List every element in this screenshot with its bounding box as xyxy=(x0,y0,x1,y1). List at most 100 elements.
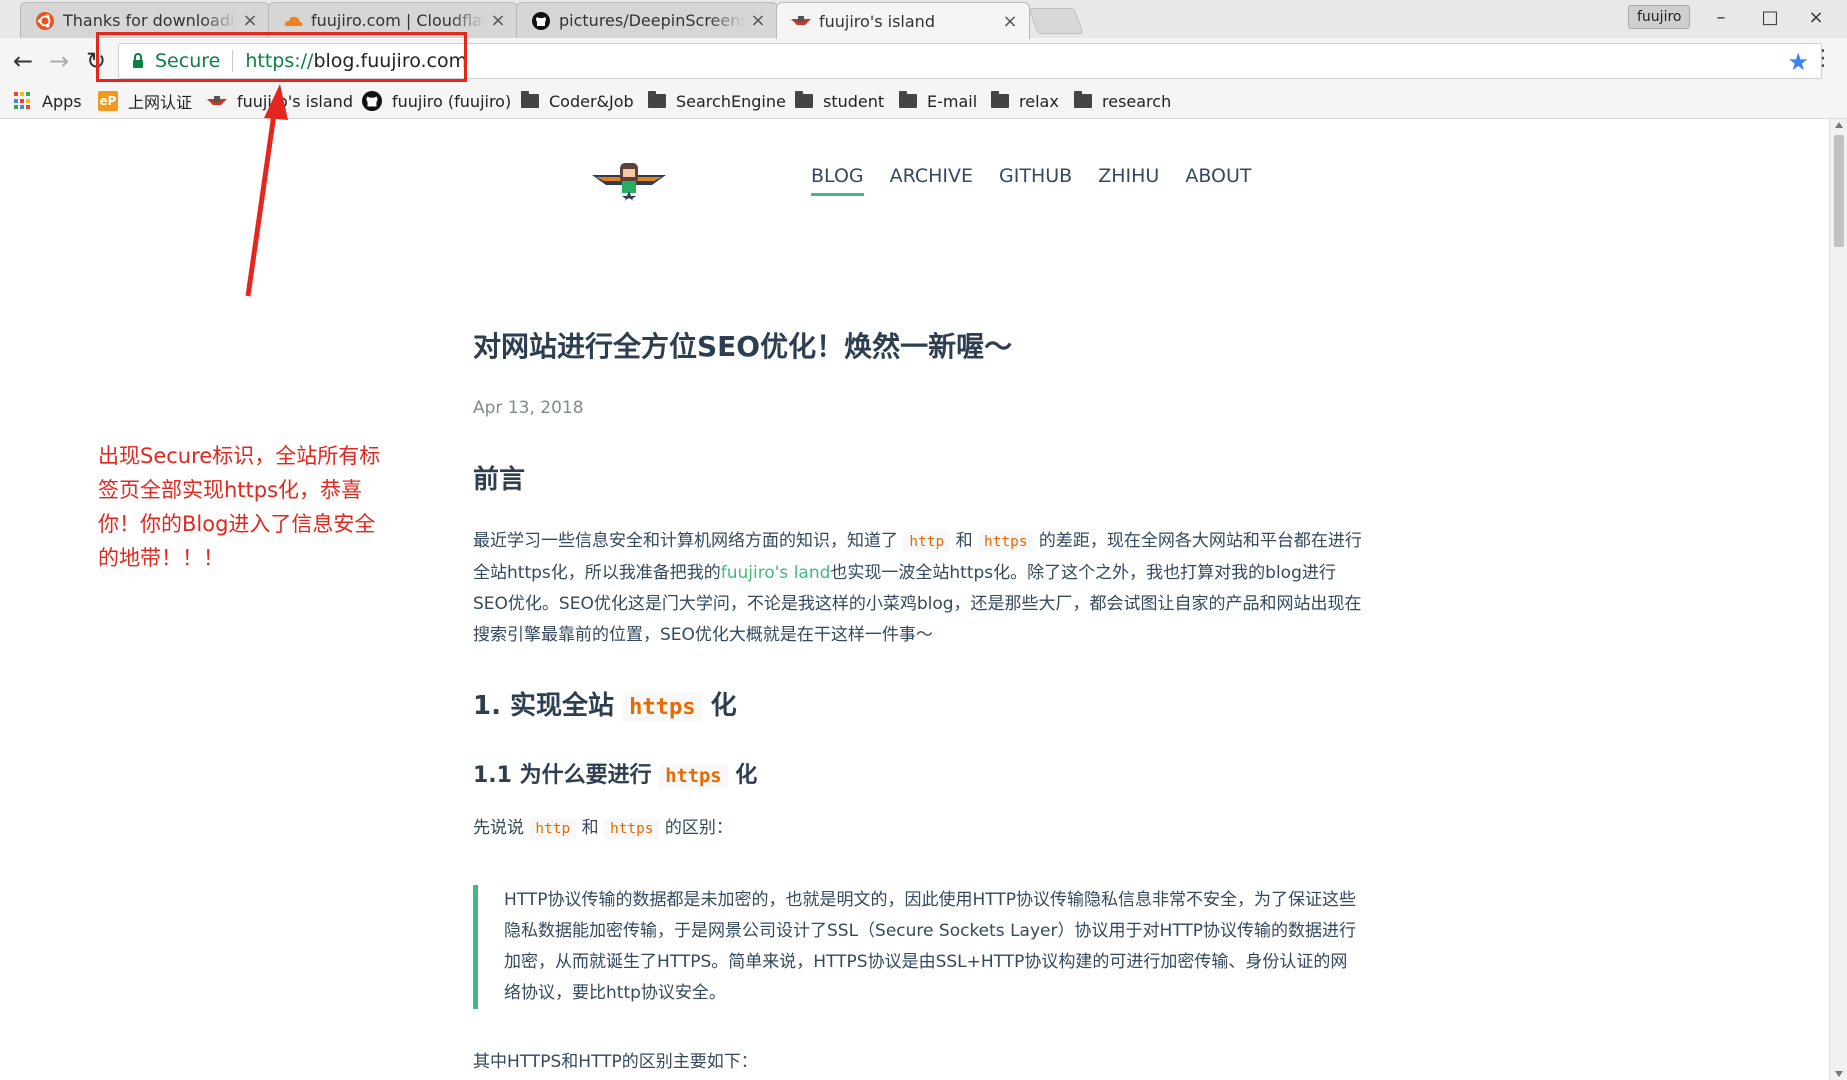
diff-summary-paragraph: 其中HTTPS和HTTP的区别主要如下： xyxy=(473,1052,758,1072)
close-window-button[interactable]: × xyxy=(1801,6,1831,30)
preface-paragraph: 最近学习一些信息安全和计算机网络方面的知识，知道了 http 和 https 的… xyxy=(473,526,1363,651)
tab-github-pictures[interactable]: pictures/DeepinScreenshot × xyxy=(516,2,778,38)
site-logo-icon xyxy=(592,163,666,201)
heading-text: 化 xyxy=(701,691,737,721)
bookmark-github-fuujiro[interactable]: fuujiro (fuujiro) xyxy=(362,89,511,113)
folder-icon xyxy=(795,91,813,108)
nav-archive[interactable]: ARCHIVE xyxy=(890,165,973,196)
url-scheme: https:// xyxy=(245,50,314,72)
site-logo-icon xyxy=(791,11,811,31)
scrollbar-thumb[interactable] xyxy=(1834,135,1844,247)
secure-label: Secure xyxy=(155,50,221,72)
bookmark-label: research xyxy=(1102,91,1172,111)
page-scrollbar[interactable] xyxy=(1829,119,1847,1080)
maximize-button[interactable]: □ xyxy=(1755,6,1785,30)
tab-close-icon[interactable]: × xyxy=(489,10,507,31)
folder-icon xyxy=(648,91,666,108)
bookmark-folder-email[interactable]: E-mail xyxy=(899,89,977,113)
inline-code: https xyxy=(623,692,702,722)
bookmark-apps[interactable]: Apps xyxy=(14,89,82,113)
tab-strip: Thanks for downloading × fuujiro.com | C… xyxy=(0,0,1847,39)
browser-menu-icon[interactable]: ⋮ xyxy=(1812,46,1834,71)
address-bar[interactable]: Secure https:// blog.fuujiro.com ★ xyxy=(118,43,1822,79)
tab-close-icon[interactable]: × xyxy=(1001,11,1019,32)
site-nav: BLOG ARCHIVE GITHUB ZHIHU ABOUT xyxy=(811,165,1278,196)
section-heading-https: 1. 实现全站 https 化 xyxy=(473,685,737,722)
text-run: 先说说 xyxy=(473,818,530,838)
folder-icon xyxy=(521,91,539,108)
tab-title: fuujiro.com | Cloudflare xyxy=(311,11,485,30)
annotation-text: 出现Secure标识，全站所有标签页全部实现https化，恭喜你！你的Blog进… xyxy=(98,444,381,570)
nav-blog[interactable]: BLOG xyxy=(811,165,864,196)
bookmark-fuujiro-island[interactable]: fuujiro's island xyxy=(207,89,353,113)
tab-thanks-for-downloading[interactable]: Thanks for downloading × xyxy=(20,2,270,38)
section-heading-preface: 前言 xyxy=(473,465,526,495)
bookmarks-bar: Apps eP 上网认证 fuujiro's island fuujiro (f… xyxy=(0,84,1847,119)
bookmark-folder-relax[interactable]: relax xyxy=(991,89,1059,113)
subsection-heading-why-https: 1.1 为什么要进行 https 化 xyxy=(473,757,757,789)
nav-about[interactable]: ABOUT xyxy=(1185,165,1251,196)
heading-text: 1. 实现全站 xyxy=(473,691,624,721)
post-date: Apr 13, 2018 xyxy=(473,398,584,418)
tab-cloudflare[interactable]: fuujiro.com | Cloudflare × xyxy=(268,2,518,38)
new-tab-button[interactable] xyxy=(1028,8,1084,34)
bookmark-label: fuujiro (fuujiro) xyxy=(392,91,512,111)
diff-intro-paragraph: 先说说 http 和 https 的区别： xyxy=(473,813,1363,845)
cloudflare-icon xyxy=(283,11,303,31)
inline-code: https xyxy=(604,819,660,839)
blog-link[interactable]: fuujiro's land xyxy=(721,563,831,583)
tab-close-icon[interactable]: × xyxy=(241,10,259,31)
nav-zhihu[interactable]: ZHIHU xyxy=(1098,165,1159,196)
ubuntu-icon xyxy=(35,11,55,31)
bookmark-star-icon[interactable]: ★ xyxy=(1787,48,1809,76)
tab-close-icon[interactable]: × xyxy=(749,10,767,31)
tab-fuujiro-island[interactable]: fuujiro's island × xyxy=(776,2,1030,39)
nav-github[interactable]: GITHUB xyxy=(999,165,1072,196)
minimize-button[interactable]: – xyxy=(1706,6,1736,30)
blockquote: HTTP协议传输的数据都是未加密的，也就是明文的，因此使用HTTP协议传输隐私信… xyxy=(473,885,1363,1009)
site-logo[interactable] xyxy=(590,161,668,205)
heading-text: 化 xyxy=(727,763,758,788)
blockquote-text: HTTP协议传输的数据都是未加密的，也就是明文的，因此使用HTTP协议传输隐私信… xyxy=(504,890,1357,1003)
scroll-up-arrow-icon[interactable] xyxy=(1835,122,1843,128)
tab-title: Thanks for downloading xyxy=(63,11,237,30)
bookmark-label: Coder&Job xyxy=(549,91,634,111)
bookmark-network-auth[interactable]: eP 上网认证 xyxy=(98,89,192,113)
bookmark-label: relax xyxy=(1019,91,1059,111)
back-button[interactable]: ← xyxy=(6,44,40,78)
ep-icon: eP xyxy=(98,91,118,111)
text-run: 和 xyxy=(950,531,978,551)
url-host: blog.fuujiro.com xyxy=(313,50,468,72)
forward-button[interactable]: → xyxy=(42,44,76,78)
folder-icon xyxy=(991,91,1009,108)
bookmark-label: fuujiro's island xyxy=(237,91,353,111)
profile-button[interactable]: fuujiro xyxy=(1628,5,1691,29)
inline-code: http xyxy=(529,819,577,839)
address-separator xyxy=(232,50,234,72)
scroll-down-arrow-icon[interactable] xyxy=(1835,1071,1843,1077)
tab-title: pictures/DeepinScreenshot xyxy=(559,11,745,30)
github-icon xyxy=(531,11,551,31)
inline-code: https xyxy=(978,532,1034,552)
page-viewport: BLOG ARCHIVE GITHUB ZHIHU ABOUT 对网站进行全方位… xyxy=(0,119,1829,1080)
browser-toolbar: ← → ↻ Secure https:// blog.fuujiro.com ★ xyxy=(0,38,1847,84)
inline-code: http xyxy=(903,532,951,552)
folder-icon xyxy=(899,91,917,108)
lock-icon xyxy=(133,53,143,68)
inline-code: https xyxy=(659,764,728,789)
post-title: 对网站进行全方位SEO优化！焕然一新喔～ xyxy=(473,330,1013,363)
bookmark-folder-student[interactable]: student xyxy=(795,89,884,113)
site-logo-icon xyxy=(207,95,227,107)
bookmark-folder-searchengine[interactable]: SearchEngine xyxy=(648,89,786,113)
bookmark-label: 上网认证 xyxy=(128,93,193,112)
bookmark-label: E-mail xyxy=(927,91,978,111)
bookmark-label: SearchEngine xyxy=(676,91,786,111)
folder-icon xyxy=(1074,91,1092,108)
github-icon xyxy=(362,91,382,111)
bookmark-folder-coder-job[interactable]: Coder&Job xyxy=(521,89,634,113)
bookmark-folder-research[interactable]: research xyxy=(1074,89,1171,113)
apps-grid-icon xyxy=(14,92,32,110)
bookmark-label: Apps xyxy=(42,91,82,111)
reload-button[interactable]: ↻ xyxy=(79,44,113,78)
bookmark-label: student xyxy=(823,91,885,111)
